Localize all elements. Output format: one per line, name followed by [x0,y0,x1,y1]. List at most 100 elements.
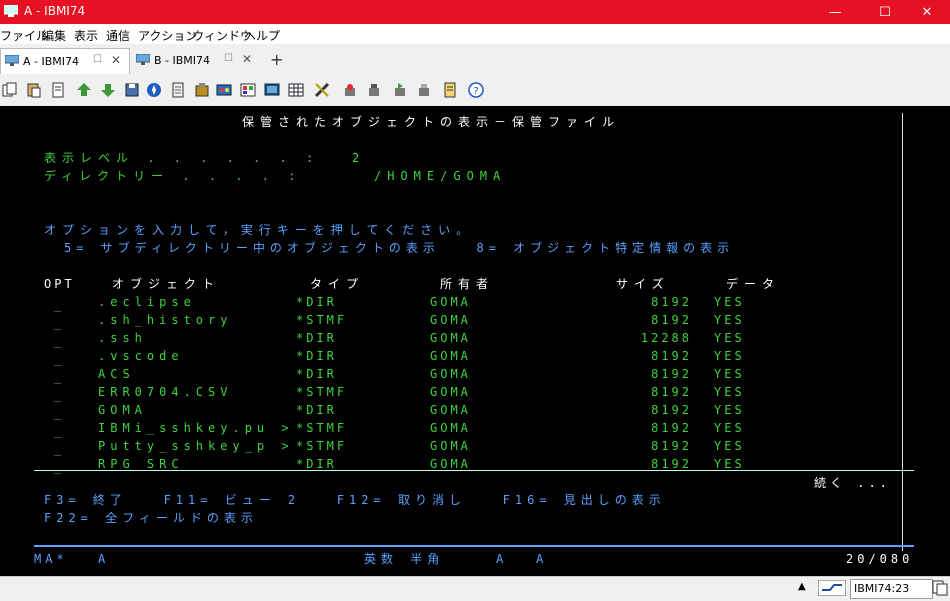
title-bar: A - IBMI74 — ☐ ✕ [0,0,950,24]
paste-icon[interactable] [26,82,42,98]
row-object: Putty_sshkey_p > [98,439,294,453]
opt-input[interactable]: _ [54,388,67,402]
row-size: 8192 [651,367,692,381]
opt-input[interactable]: _ [54,442,67,456]
close-button[interactable]: ✕ [904,0,950,24]
oia-separator [34,545,914,547]
list-icon[interactable] [442,82,458,98]
row-object: GOMA [98,403,147,417]
opt-input[interactable]: _ [54,406,67,420]
header-opt: OPT [44,277,75,291]
notes-icon[interactable] [170,82,186,98]
row-size: 8192 [651,421,692,435]
oia-session: A [98,552,112,566]
row-data: YES [714,367,745,381]
opt-input[interactable]: _ [54,316,67,330]
menu-bar: ファイル 編集 表示 通信 アクション ウィンドウ ヘルプ [0,24,950,44]
monitor-icon [136,54,150,65]
oia-left: MA* [34,552,68,566]
opt-input[interactable]: _ [54,460,67,474]
terminal-app-icon [4,5,18,17]
download-icon[interactable] [100,82,116,98]
compass-icon[interactable] [146,82,162,98]
row-type: *DIR [296,295,337,309]
scroll-up-icon[interactable]: ▲ [798,581,806,592]
row-type: *STMF [296,439,348,453]
display-icon[interactable] [264,82,280,98]
row-size: 8192 [651,313,692,327]
menu-file[interactable]: ファイル [0,27,48,44]
row-object: .sh_history [98,313,233,327]
opt-input[interactable]: _ [54,298,67,312]
tab-float-icon[interactable]: ☐ [93,54,102,65]
row-owner: GOMA [430,349,471,363]
row-type: *DIR [296,403,337,417]
row-type: *DIR [296,331,337,345]
terminal-screen[interactable]: 保管されたオブジェクトの表示－保管ファイル 表示レベル . . . . . . … [0,106,950,576]
tab-session-a[interactable]: A - IBMI74 ☐ ✕ [0,48,130,75]
row-data: YES [714,421,745,435]
upload-icon[interactable] [76,82,92,98]
save-icon[interactable] [124,82,140,98]
function-keys-line2: F22= 全フィールドの表示 [44,511,258,525]
record-icon[interactable] [342,82,358,98]
copy-icon[interactable] [2,82,18,98]
row-size: 8192 [651,349,692,363]
tab-label: A - IBMI74 [23,55,80,68]
cursor-column-line [902,113,903,551]
opt-input[interactable]: _ [54,334,67,348]
window-title: A - IBMI74 [24,4,86,18]
row-object: IBMi_sshkey.pu > [98,421,294,435]
ruler-icon[interactable] [314,82,330,98]
macro-icon[interactable] [194,82,210,98]
more-indicator: 続く ... [814,476,891,490]
menu-help[interactable]: ヘルプ [244,27,280,44]
clipboard-icon[interactable] [416,82,432,98]
menu-edit[interactable]: 編集 [42,27,66,44]
menu-action[interactable]: アクション [138,27,197,44]
minimize-button[interactable]: — [812,0,858,24]
help-icon[interactable]: ? [468,82,484,98]
header-type: タイプ [310,277,365,291]
row-type: *STMF [296,385,348,399]
add-tab-icon[interactable]: + [270,50,283,69]
row-size: 8192 [651,457,692,471]
row-owner: GOMA [430,439,471,453]
tab-float-icon[interactable]: ☐ [224,53,233,64]
opt-input[interactable]: _ [54,370,67,384]
list-bottom-rule [34,470,914,471]
play-icon[interactable] [392,82,408,98]
toolbar: ? [0,74,950,106]
row-object: ACS [98,367,135,381]
color-icon[interactable] [240,82,256,98]
print-screen-icon[interactable] [50,82,66,98]
menu-communication[interactable]: 通信 [106,27,130,44]
screen-title: 保管されたオブジェクトの表示－保管ファイル [242,115,621,129]
row-owner: GOMA [430,331,471,345]
session-icon[interactable] [932,580,948,596]
row-owner: GOMA [430,421,471,435]
menu-window[interactable]: ウィンドウ [192,27,252,44]
row-type: *DIR [296,367,337,381]
opt-input[interactable]: _ [54,424,67,438]
grid-icon[interactable] [288,82,304,98]
svg-text:?: ? [473,86,478,97]
row-size: 8192 [651,439,692,453]
row-owner: GOMA [430,403,471,417]
row-owner: GOMA [430,367,471,381]
tab-close-icon[interactable]: ✕ [111,53,121,67]
menu-view[interactable]: 表示 [74,27,98,44]
keyboard-map-icon[interactable] [216,82,232,98]
opt-input[interactable]: _ [54,352,67,366]
maximize-button[interactable]: ☐ [862,0,908,24]
row-data: YES [714,349,745,363]
stop-icon[interactable] [366,82,382,98]
row-data: YES [714,439,745,453]
cursor-position: 20/080 [846,552,914,566]
instruction-text: オプションを入力して，実行キーを押してください。 [44,223,475,237]
row-object: .ssh [98,331,147,345]
host-status: IBMI74:23 [850,579,933,599]
tab-session-b[interactable]: B - IBMI74 ☐ ✕ [132,48,262,74]
row-size: 8192 [651,403,692,417]
tab-close-icon[interactable]: ✕ [242,52,252,66]
